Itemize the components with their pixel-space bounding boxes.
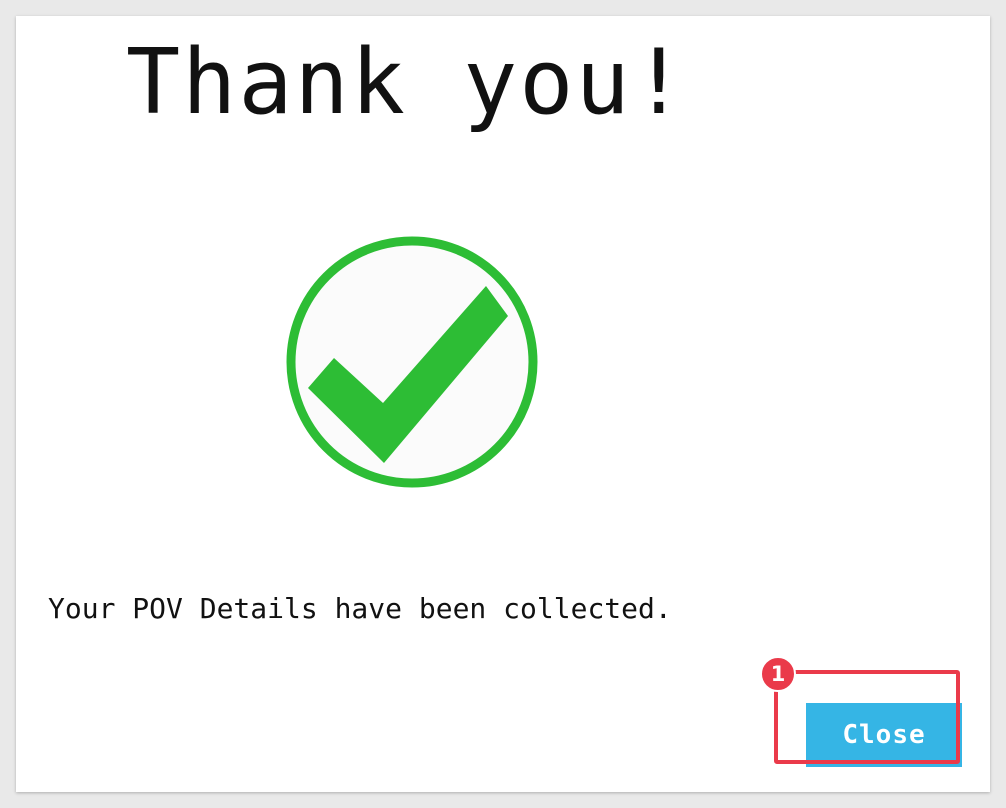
dialog-title: Thank you!: [126, 30, 688, 135]
confirmation-dialog: Thank you! Your POV Details have been co…: [16, 16, 990, 792]
step-number-badge: 1: [760, 656, 796, 692]
check-circle-icon: [284, 234, 540, 490]
close-button[interactable]: Close: [806, 703, 962, 767]
confirmation-message: Your POV Details have been collected.: [48, 592, 672, 625]
